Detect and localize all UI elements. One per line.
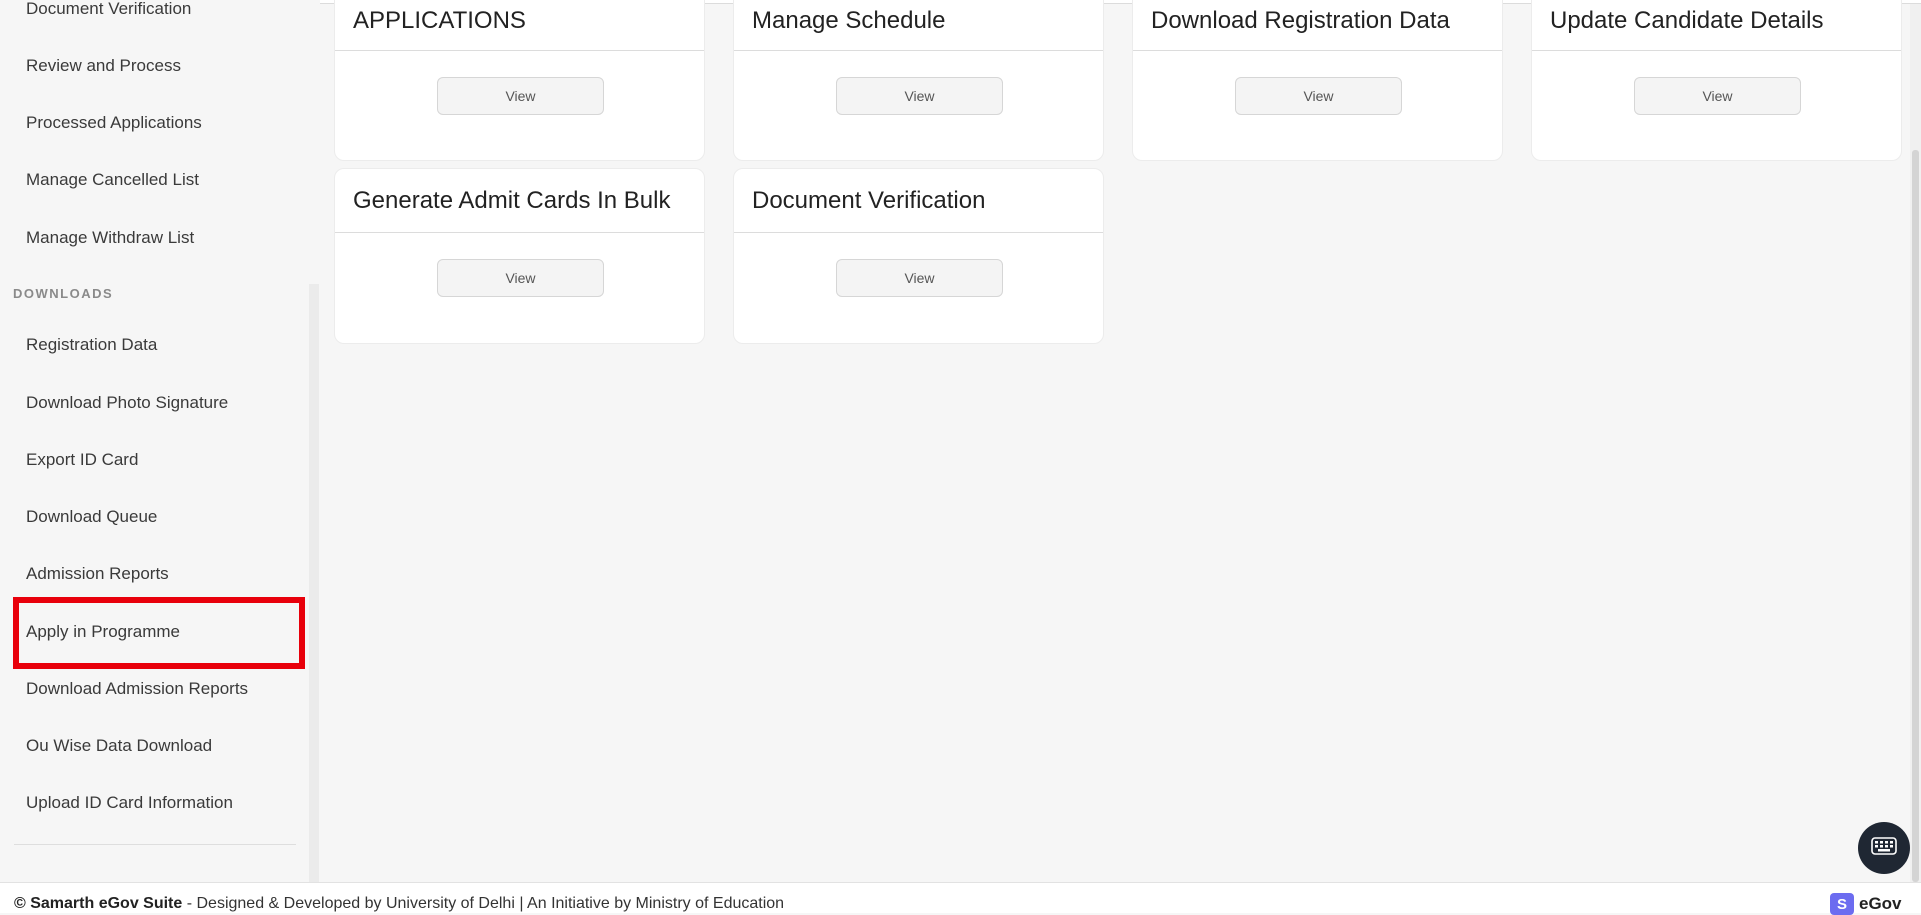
card-download-registration-data: Download Registration Data View: [1132, 0, 1503, 161]
card-title: APPLICATIONS: [353, 7, 526, 34]
card-update-candidate-details: Update Candidate Details View: [1531, 0, 1902, 161]
view-button[interactable]: View: [1634, 77, 1801, 115]
footer-credit: - Designed & Developed by University of …: [182, 895, 785, 912]
keyboard-icon: [1871, 836, 1897, 860]
highlight-annotation: [13, 597, 305, 669]
view-button[interactable]: View: [1235, 77, 1402, 115]
sidebar-item-download-queue[interactable]: Download Queue: [26, 507, 157, 527]
egov-brand[interactable]: S eGov: [1830, 893, 1902, 915]
keyboard-button[interactable]: [1858, 822, 1910, 874]
card-title: Document Verification: [752, 187, 986, 214]
card-document-verification: Document Verification View: [733, 168, 1104, 344]
card-divider: [335, 50, 704, 51]
card-divider: [734, 232, 1103, 233]
sidebar-item-document-verification[interactable]: Document Verification: [26, 0, 191, 19]
footer-brand: © Samarth eGov Suite: [14, 895, 183, 912]
sidebar-item-registration-data[interactable]: Registration Data: [26, 335, 157, 355]
sidebar-item-download-admission-reports[interactable]: Download Admission Reports: [26, 679, 248, 699]
card-title: Update Candidate Details: [1550, 7, 1824, 34]
view-button[interactable]: View: [836, 259, 1003, 297]
sidebar-item-export-id-card[interactable]: Export ID Card: [26, 450, 138, 470]
sidebar-item-processed-applications[interactable]: Processed Applications: [26, 113, 202, 133]
card-divider: [1532, 50, 1901, 51]
view-button[interactable]: View: [836, 77, 1003, 115]
sidebar-item-admission-reports[interactable]: Admission Reports: [26, 564, 169, 584]
sidebar-item-review-and-process[interactable]: Review and Process: [26, 56, 181, 76]
sidebar-divider: [14, 844, 296, 845]
scrollbar-thumb[interactable]: [1912, 150, 1919, 882]
card-title: Generate Admit Cards In Bulk: [353, 187, 671, 214]
footer: © Samarth eGov Suite - Designed & Develo…: [0, 882, 1921, 915]
sidebar-item-manage-withdraw-list[interactable]: Manage Withdraw List: [26, 228, 194, 248]
card-divider: [335, 232, 704, 233]
card-divider: [734, 50, 1103, 51]
sidebar-item-manage-cancelled-list[interactable]: Manage Cancelled List: [26, 170, 199, 190]
card-applications: APPLICATIONS View: [334, 0, 705, 161]
sidebar-section-downloads: DOWNLOADS: [13, 286, 114, 301]
card-divider: [1133, 50, 1502, 51]
card-manage-schedule: Manage Schedule View: [733, 0, 1104, 161]
sidebar-item-download-photo-signature[interactable]: Download Photo Signature: [26, 393, 228, 413]
sidebar-item-ou-wise-data-download[interactable]: Ou Wise Data Download: [26, 736, 212, 756]
sidebar-scrollbar[interactable]: [309, 284, 319, 882]
egov-logo-text: eGov: [1859, 894, 1902, 913]
sidebar-item-upload-id-card-information[interactable]: Upload ID Card Information: [26, 793, 233, 813]
card-title: Download Registration Data: [1151, 7, 1450, 34]
main-scrollbar[interactable]: [1910, 4, 1921, 882]
sidebar: Document Verification Review and Process…: [0, 0, 320, 882]
view-button[interactable]: View: [437, 77, 604, 115]
egov-logo-icon: S: [1830, 893, 1854, 915]
card-title: Manage Schedule: [752, 7, 946, 34]
footer-text: © Samarth eGov Suite - Designed & Develo…: [14, 895, 784, 913]
card-generate-admit-cards-in-bulk: Generate Admit Cards In Bulk View: [334, 168, 705, 344]
view-button[interactable]: View: [437, 259, 604, 297]
